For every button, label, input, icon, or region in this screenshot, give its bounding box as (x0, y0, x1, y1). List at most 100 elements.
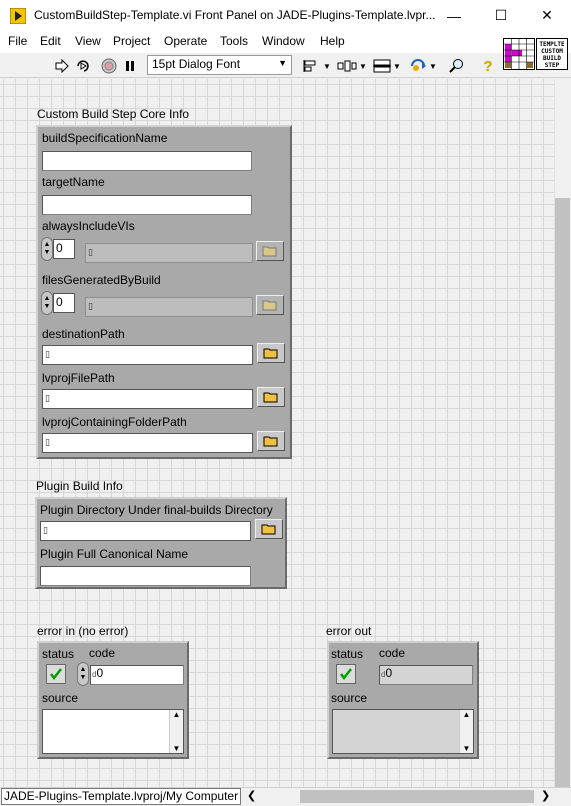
caret-icon: ▼ (393, 61, 401, 71)
index-spinner-icon[interactable]: ▲ ▼ (41, 291, 53, 315)
menu-bar: File Edit View Project Operate Tools Win… (0, 31, 571, 53)
error-in-code-spinner[interactable]: ▲ ▼ (77, 662, 89, 686)
error-in-source-scrollbar[interactable]: ▲ ▼ (169, 710, 183, 753)
menu-file[interactable]: File (8, 34, 27, 48)
context-help-button[interactable]: ? (478, 57, 498, 75)
target-name-label: targetName (42, 175, 105, 189)
lvproj-file-path-browse-button[interactable] (257, 387, 285, 407)
connector-pane[interactable] (503, 38, 535, 70)
error-out-source-label: source (331, 691, 368, 705)
folder-icon (263, 436, 278, 447)
build-spec-name-label: buildSpecificationName (42, 131, 168, 145)
lvproj-folder-path-input[interactable]: ▯ (42, 433, 253, 453)
menu-window[interactable]: Window (262, 34, 305, 48)
path-icon: ▯ (88, 301, 93, 311)
path-icon: ▯ (45, 349, 50, 359)
resize-objects-button[interactable]: ▼ (372, 56, 401, 76)
vi-icon-line: TEMPLTE (539, 41, 565, 48)
target-name-input[interactable] (42, 195, 252, 215)
files-generated-browse-button (256, 295, 284, 315)
plugin-directory-input[interactable]: ▯ (40, 521, 251, 541)
pause-button[interactable] (120, 57, 140, 75)
labview-app-icon (9, 7, 27, 25)
horizontal-scroll-thumb[interactable] (300, 790, 534, 803)
lvproj-folder-path-label: lvprojContainingFolderPath (42, 415, 187, 429)
run-continuously-icon (77, 60, 89, 72)
scroll-left-icon[interactable]: ❮ (247, 789, 256, 802)
destination-path-label: destinationPath (42, 327, 125, 341)
plugin-canonical-input[interactable] (40, 566, 251, 586)
run-button[interactable] (52, 57, 72, 75)
error-in-source-input[interactable]: ▲ ▼ (42, 709, 184, 754)
minimize-button[interactable]: — (431, 0, 477, 31)
search-icon (449, 59, 463, 73)
files-generated-index[interactable]: ▲ ▼ 0 (41, 291, 75, 315)
align-objects-button[interactable]: ▼ (302, 56, 331, 76)
pause-icon (126, 61, 134, 71)
context-help-icon: ? (483, 57, 493, 75)
index-value[interactable]: 0 (53, 239, 75, 259)
path-icon: ▯ (45, 437, 50, 447)
error-in-code-input[interactable]: d0 (90, 665, 184, 685)
close-button[interactable]: ✕ (524, 0, 570, 31)
run-continuously-button[interactable] (74, 57, 94, 75)
scroll-down-icon[interactable]: ▼ (463, 744, 471, 753)
destination-path-input[interactable]: ▯ (42, 345, 253, 365)
minimize-icon: — (447, 7, 461, 24)
lvproj-file-path-label: lvprojFilePath (42, 371, 115, 385)
error-out-source-scrollbar[interactable]: ▲ ▼ (459, 710, 473, 753)
vertical-scroll-thumb[interactable] (555, 198, 570, 788)
project-context-path: JADE-Plugins-Template.lvproj/My Computer (1, 788, 242, 805)
folder-icon (263, 348, 278, 359)
scroll-down-icon[interactable]: ▼ (173, 744, 181, 753)
menu-project[interactable]: Project (113, 34, 150, 48)
scroll-right-icon[interactable]: ❯ (541, 789, 550, 802)
menu-view[interactable]: View (75, 34, 101, 48)
checkmark-icon (340, 668, 352, 681)
font-select[interactable]: 15pt Dialog Font ▼ (147, 55, 292, 75)
reorder-button[interactable]: ▼ (408, 56, 437, 76)
lvproj-folder-path-browse-button[interactable] (257, 431, 285, 451)
destination-path-browse-button[interactable] (257, 343, 285, 363)
error-in-code-label: code (89, 646, 116, 660)
connector-pane-icon (504, 39, 534, 69)
error-out-status-indicator (336, 664, 356, 684)
abort-button[interactable] (99, 57, 119, 75)
plugin-canonical-label: Plugin Full Canonical Name (40, 547, 189, 561)
search-button[interactable] (447, 57, 467, 75)
error-out-status-label: status (331, 647, 364, 661)
error-out-label: error out (326, 624, 372, 638)
error-out-code-label: code (379, 646, 406, 660)
maximize-button[interactable]: ☐ (478, 0, 524, 31)
distribute-objects-button[interactable]: ▼ (336, 56, 367, 76)
vi-icon-line: BUILD (542, 55, 562, 62)
menu-edit[interactable]: Edit (40, 34, 61, 48)
path-icon: ▯ (88, 247, 93, 257)
lvproj-file-path-input[interactable]: ▯ (42, 389, 253, 409)
always-include-vis-index[interactable]: ▲ ▼ 0 (41, 237, 75, 261)
caret-icon: ▼ (359, 61, 367, 71)
menu-tools[interactable]: Tools (220, 34, 248, 48)
plugin-directory-browse-button[interactable] (255, 519, 283, 539)
always-include-vis-label: alwaysIncludeVIs (42, 219, 135, 233)
error-in-label: error in (no error) (37, 624, 129, 638)
abort-icon (101, 58, 117, 74)
menu-help[interactable]: Help (320, 34, 345, 48)
reorder-icon (411, 59, 426, 71)
core-cluster-label: Custom Build Step Core Info (37, 107, 190, 121)
menu-operate[interactable]: Operate (164, 34, 207, 48)
distribute-objects-icon (337, 60, 357, 72)
build-spec-name-input[interactable] (42, 151, 252, 171)
path-icon: ▯ (45, 393, 50, 403)
plugin-cluster-label: Plugin Build Info (36, 479, 123, 493)
scroll-up-icon[interactable]: ▲ (463, 710, 471, 719)
vi-icon[interactable]: TEMPLTE CUSTOM BUILD STEP (536, 38, 568, 70)
error-in-status-label: status (42, 647, 75, 661)
align-objects-icon (303, 60, 316, 72)
scroll-up-icon[interactable]: ▲ (173, 710, 181, 719)
error-in-status-checkbox[interactable] (46, 664, 66, 684)
index-value[interactable]: 0 (53, 293, 75, 313)
index-spinner-icon[interactable]: ▲ ▼ (41, 237, 53, 261)
checkmark-icon (50, 668, 62, 681)
vi-icon-line: CUSTOM (541, 48, 563, 55)
